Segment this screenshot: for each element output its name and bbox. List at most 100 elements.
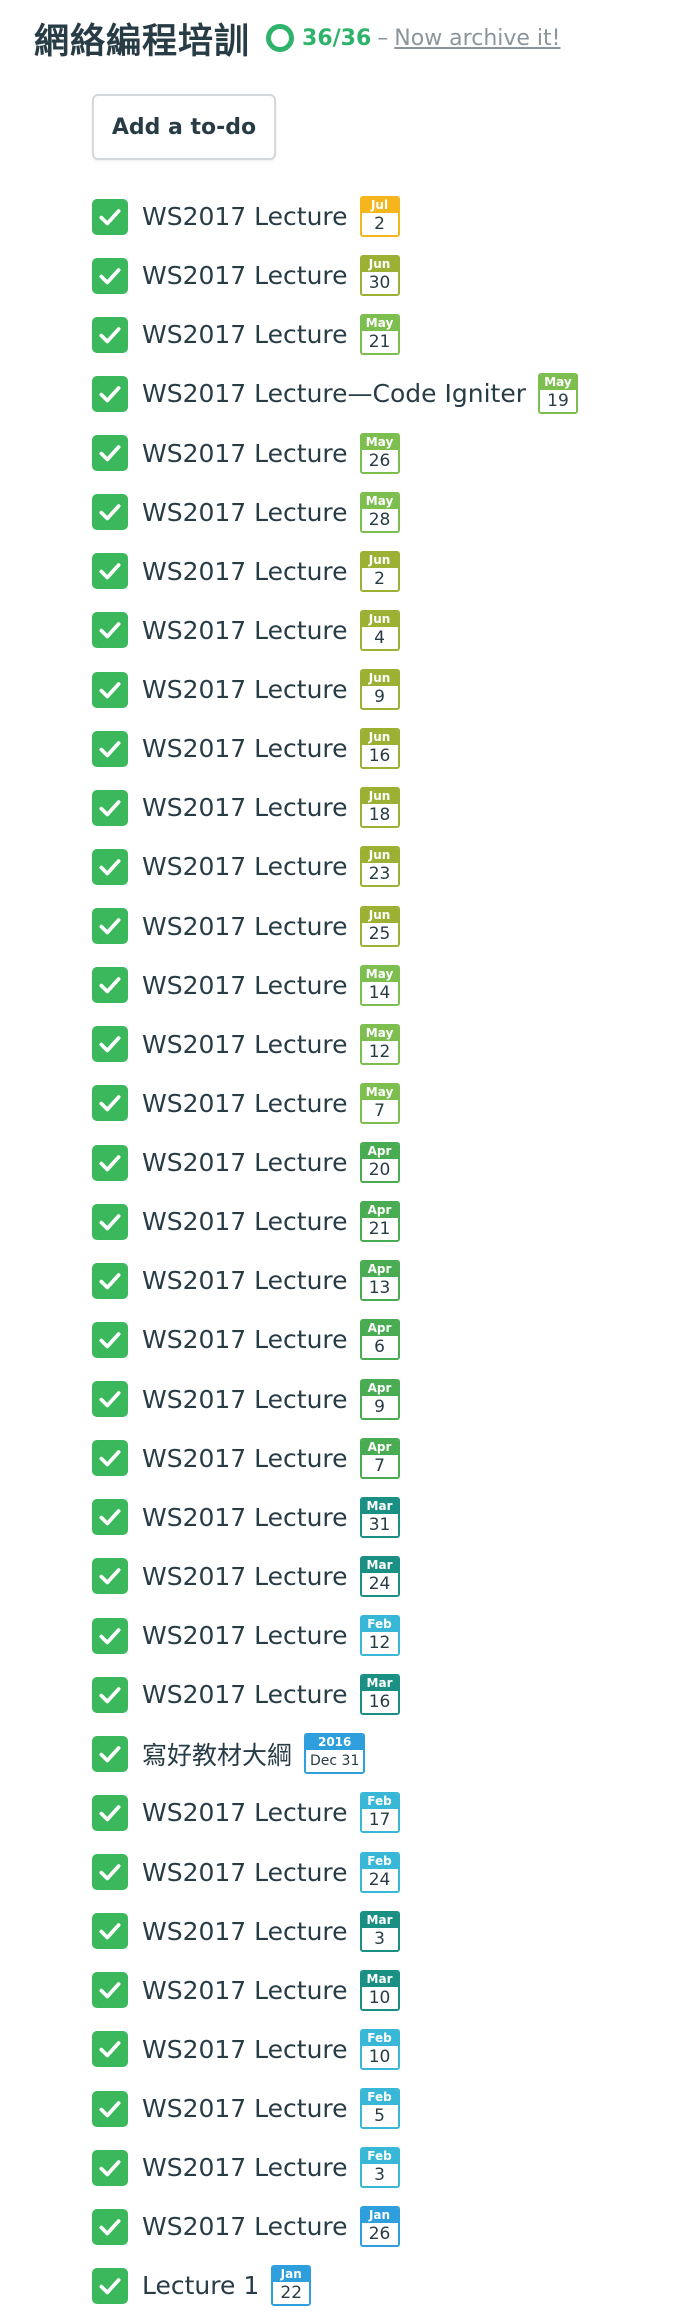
- todo-text[interactable]: Lecture 1: [142, 2271, 259, 2300]
- todo-text[interactable]: WS2017 Lecture: [142, 1917, 348, 1946]
- todo-text[interactable]: WS2017 Lecture: [142, 971, 348, 1000]
- todo-item[interactable]: WS2017 Lecture May 28: [92, 483, 672, 542]
- checkbox-checked-icon[interactable]: [92, 967, 128, 1004]
- todo-item[interactable]: Lecture 1 Jan 22: [92, 2256, 672, 2315]
- todo-item[interactable]: WS2017 Lecture Apr 20: [92, 1133, 672, 1192]
- checkbox-checked-icon[interactable]: [92, 1854, 128, 1891]
- checkbox-checked-icon[interactable]: [92, 1676, 128, 1713]
- todo-text[interactable]: WS2017 Lecture: [142, 1503, 348, 1532]
- checkbox-checked-icon[interactable]: [92, 789, 128, 826]
- todo-text[interactable]: WS2017 Lecture: [142, 793, 348, 822]
- todo-text[interactable]: WS2017 Lecture: [142, 1858, 348, 1887]
- todo-item[interactable]: WS2017 Lecture Jun 30: [92, 246, 672, 305]
- todo-text[interactable]: WS2017 Lecture: [142, 852, 348, 881]
- todo-text[interactable]: WS2017 Lecture: [142, 2035, 348, 2064]
- checkbox-checked-icon[interactable]: [92, 375, 128, 412]
- todo-item[interactable]: WS2017 Lecture Apr 21: [92, 1192, 672, 1251]
- todo-item[interactable]: WS2017 Lecture May 14: [92, 956, 672, 1015]
- checkbox-checked-icon[interactable]: [92, 257, 128, 294]
- checkbox-checked-icon[interactable]: [92, 1735, 128, 1772]
- todo-text[interactable]: WS2017 Lecture: [142, 498, 348, 527]
- checkbox-checked-icon[interactable]: [92, 1085, 128, 1122]
- checkbox-checked-icon[interactable]: [92, 198, 128, 235]
- todo-item[interactable]: WS2017 Lecture Feb 12: [92, 1606, 672, 1665]
- checkbox-checked-icon[interactable]: [92, 2090, 128, 2127]
- todo-text[interactable]: WS2017 Lecture: [142, 1680, 348, 1709]
- todo-text[interactable]: WS2017 Lecture: [142, 1621, 348, 1650]
- checkbox-checked-icon[interactable]: [92, 1321, 128, 1358]
- todo-item[interactable]: WS2017 Lecture Jun 9: [92, 660, 672, 719]
- todo-text[interactable]: WS2017 Lecture: [142, 261, 348, 290]
- todo-item[interactable]: WS2017 Lecture Jun 25: [92, 897, 672, 956]
- todo-item[interactable]: WS2017 Lecture Apr 9: [92, 1370, 672, 1429]
- checkbox-checked-icon[interactable]: [92, 316, 128, 353]
- todo-text[interactable]: WS2017 Lecture: [142, 1444, 348, 1473]
- todo-item[interactable]: WS2017 Lecture Apr 6: [92, 1310, 672, 1369]
- todo-item[interactable]: WS2017 Lecture Mar 24: [92, 1547, 672, 1606]
- todo-item[interactable]: WS2017 Lecture Jun 2: [92, 542, 672, 601]
- todo-text[interactable]: WS2017 Lecture: [142, 1325, 348, 1354]
- todo-text[interactable]: 寫好教材大綱: [142, 1736, 292, 1772]
- todo-item[interactable]: WS2017 Lecture Jun 16: [92, 719, 672, 778]
- archive-link[interactable]: Now archive it!: [394, 26, 560, 51]
- todo-text[interactable]: WS2017 Lecture—Code Igniter: [142, 379, 526, 408]
- todo-item[interactable]: WS2017 Lecture Mar 3: [92, 1902, 672, 1961]
- todo-item[interactable]: WS2017 Lecture May 12: [92, 1015, 672, 1074]
- todo-text[interactable]: WS2017 Lecture: [142, 2212, 348, 2241]
- todo-item[interactable]: WS2017 Lecture May 26: [92, 424, 672, 483]
- todo-text[interactable]: WS2017 Lecture: [142, 912, 348, 941]
- todo-text[interactable]: WS2017 Lecture: [142, 1798, 348, 1827]
- todo-item[interactable]: WS2017 Lecture Feb 5: [92, 2079, 672, 2138]
- todo-item[interactable]: WS2017 Lecture Apr 7: [92, 1429, 672, 1488]
- todo-text[interactable]: WS2017 Lecture: [142, 675, 348, 704]
- checkbox-checked-icon[interactable]: [92, 2208, 128, 2245]
- checkbox-checked-icon[interactable]: [92, 1203, 128, 1240]
- todo-text[interactable]: WS2017 Lecture: [142, 1148, 348, 1177]
- checkbox-checked-icon[interactable]: [92, 848, 128, 885]
- checkbox-checked-icon[interactable]: [92, 435, 128, 472]
- checkbox-checked-icon[interactable]: [92, 1913, 128, 1950]
- checkbox-checked-icon[interactable]: [92, 1440, 128, 1477]
- todo-item[interactable]: WS2017 Lecture Jun 18: [92, 778, 672, 837]
- checkbox-checked-icon[interactable]: [92, 1026, 128, 1063]
- checkbox-checked-icon[interactable]: [92, 1499, 128, 1536]
- todo-text[interactable]: WS2017 Lecture: [142, 616, 348, 645]
- todo-text[interactable]: WS2017 Lecture: [142, 2094, 348, 2123]
- checkbox-checked-icon[interactable]: [92, 1794, 128, 1831]
- todo-item[interactable]: WS2017 Lecture Jan 26: [92, 2197, 672, 2256]
- checkbox-checked-icon[interactable]: [92, 2031, 128, 2068]
- checkbox-checked-icon[interactable]: [92, 671, 128, 708]
- checkbox-checked-icon[interactable]: [92, 1381, 128, 1418]
- todo-item[interactable]: WS2017 Lecture Jul 2: [92, 187, 672, 246]
- todo-item[interactable]: WS2017 Lecture Feb 10: [92, 2020, 672, 2079]
- checkbox-checked-icon[interactable]: [92, 1972, 128, 2009]
- todo-text[interactable]: WS2017 Lecture: [142, 1976, 348, 2005]
- todo-text[interactable]: WS2017 Lecture: [142, 557, 348, 586]
- todo-item[interactable]: WS2017 Lecture Mar 16: [92, 1665, 672, 1724]
- checkbox-checked-icon[interactable]: [92, 2267, 128, 2304]
- todo-text[interactable]: WS2017 Lecture: [142, 1266, 348, 1295]
- todo-text[interactable]: WS2017 Lecture: [142, 439, 348, 468]
- checkbox-checked-icon[interactable]: [92, 553, 128, 590]
- todo-item[interactable]: WS2017 Lecture Feb 17: [92, 1783, 672, 1842]
- checkbox-checked-icon[interactable]: [92, 612, 128, 649]
- checkbox-checked-icon[interactable]: [92, 494, 128, 531]
- todo-item[interactable]: 寫好教材大綱 2016 Dec 31: [92, 1724, 672, 1783]
- checkbox-checked-icon[interactable]: [92, 1558, 128, 1595]
- checkbox-checked-icon[interactable]: [92, 908, 128, 945]
- todo-text[interactable]: WS2017 Lecture: [142, 320, 348, 349]
- todo-text[interactable]: WS2017 Lecture: [142, 734, 348, 763]
- todo-text[interactable]: WS2017 Lecture: [142, 1089, 348, 1118]
- todo-text[interactable]: WS2017 Lecture: [142, 1030, 348, 1059]
- todo-item[interactable]: WS2017 Lecture May 7: [92, 1074, 672, 1133]
- todo-text[interactable]: WS2017 Lecture: [142, 2153, 348, 2182]
- checkbox-checked-icon[interactable]: [92, 730, 128, 767]
- todo-item[interactable]: WS2017 Lecture Mar 31: [92, 1488, 672, 1547]
- todo-text[interactable]: WS2017 Lecture: [142, 1385, 348, 1414]
- todo-text[interactable]: WS2017 Lecture: [142, 202, 348, 231]
- todo-text[interactable]: WS2017 Lecture: [142, 1207, 348, 1236]
- todo-item[interactable]: WS2017 Lecture Apr 13: [92, 1251, 672, 1310]
- checkbox-checked-icon[interactable]: [92, 2149, 128, 2186]
- todo-item[interactable]: WS2017 Lecture Feb 24: [92, 1843, 672, 1902]
- todo-item[interactable]: WS2017 Lecture Mar 10: [92, 1961, 672, 2020]
